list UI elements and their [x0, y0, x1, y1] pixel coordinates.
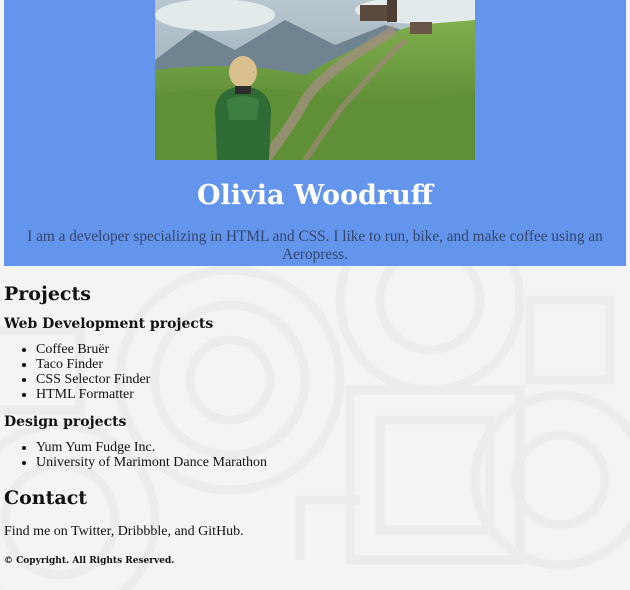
list-item: University of Marimont Dance Marathon	[36, 455, 626, 470]
projects-section: Projects Web Development projects Coffee…	[4, 283, 626, 470]
list-item: Yum Yum Fudge Inc.	[36, 440, 626, 455]
copyright-text: © Copyright. All Rights Reserved.	[4, 556, 175, 566]
list-item: HTML Formatter	[36, 387, 626, 402]
design-projects-list: Yum Yum Fudge Inc. University of Marimon…	[4, 440, 626, 470]
list-item: CSS Selector Finder	[36, 372, 626, 387]
web-projects-heading: Web Development projects	[4, 316, 214, 332]
web-projects-list: Coffee Bruër Taco Finder CSS Selector Fi…	[4, 342, 626, 402]
contact-text: Find me on Twitter, Dribbble, and GitHub…	[4, 524, 244, 539]
profile-photo	[155, 0, 475, 160]
list-item: Coffee Bruër	[36, 342, 626, 357]
list-item: Taco Finder	[36, 357, 626, 372]
page-footer: © Copyright. All Rights Reserved.	[4, 555, 626, 567]
profile-name: Olivia Woodruff	[197, 180, 433, 211]
profile-bio: I am a developer specializing in HTML an…	[27, 228, 603, 263]
profile-header: Olivia Woodruff I am a developer special…	[4, 0, 626, 266]
design-projects-heading: Design projects	[4, 414, 127, 430]
page: Olivia Woodruff I am a developer special…	[0, 0, 630, 567]
projects-heading: Projects	[4, 283, 91, 305]
contact-section: Contact Find me on Twitter, Dribbble, an…	[4, 487, 626, 540]
contact-heading: Contact	[4, 487, 88, 509]
